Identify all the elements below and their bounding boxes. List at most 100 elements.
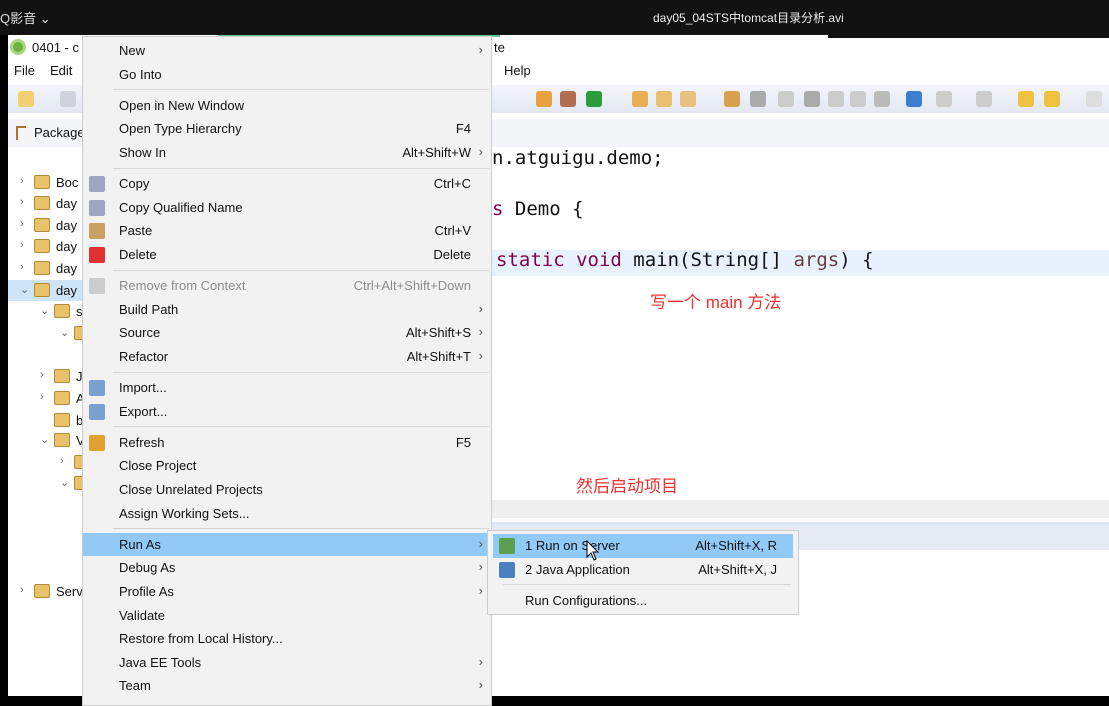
toolbar-icon[interactable] (976, 91, 992, 107)
menu-item-team[interactable]: Team › (83, 674, 491, 698)
tree-item[interactable]: › Boc (8, 172, 82, 193)
tab-package-explorer[interactable]: Package (8, 119, 85, 147)
chevron-icon[interactable]: ⌄ (40, 304, 49, 317)
chevron-icon[interactable]: › (40, 369, 44, 381)
menu-item-run-configurations[interactable]: Run Configurations... (493, 589, 793, 613)
chevron-right-icon: › (478, 535, 483, 551)
toolbar-icon[interactable] (778, 91, 794, 107)
menu-item-validate[interactable]: Validate (83, 604, 491, 628)
menu-item-new[interactable]: New › (83, 39, 491, 63)
menu-item-copy-qualified-name[interactable]: Copy Qualified Name (83, 196, 491, 220)
import-icon (89, 380, 105, 397)
menu-item-source[interactable]: Source Alt+Shift+S › (83, 321, 491, 345)
tree-item[interactable]: › day (8, 236, 82, 257)
folder-icon (54, 433, 70, 447)
toolbar-icon[interactable] (18, 91, 34, 107)
tree-item[interactable]: ⌄ (8, 473, 90, 494)
menu-item-remove-from-context[interactable]: Remove from Context Ctrl+Alt+Shift+Down (83, 274, 491, 298)
chevron-icon[interactable]: › (20, 239, 24, 251)
menu-help[interactable]: Help (504, 63, 531, 78)
menu-item-1-run-on-server[interactable]: 1 Run on Server Alt+Shift+X, R (493, 534, 793, 558)
menu-item-delete[interactable]: Delete Delete (83, 243, 491, 267)
context-menu: New › Go Into Open in New Window Open Type H… (82, 36, 492, 706)
menu-item-refresh[interactable]: Refresh F5 (83, 431, 491, 455)
toolbar-icon[interactable] (60, 91, 76, 107)
menu-item-label: Java EE Tools (119, 654, 202, 670)
toolbar-icon[interactable] (1086, 91, 1102, 107)
tree-item[interactable]: ⌄ s (8, 301, 83, 322)
tree-item[interactable]: › (8, 452, 90, 473)
toolbar-icon[interactable] (536, 91, 552, 107)
chevron-icon[interactable]: › (20, 218, 24, 230)
menu-item-go-into[interactable]: Go Into (83, 63, 491, 87)
toolbar-icon[interactable] (828, 91, 844, 107)
chevron-icon[interactable]: › (20, 584, 24, 596)
chevron-icon[interactable]: › (60, 455, 64, 467)
menu-item-assign-working-sets[interactable]: Assign Working Sets... (83, 502, 491, 526)
chevron-icon[interactable]: ⌄ (20, 283, 29, 296)
menu-item-import[interactable]: Import... (83, 376, 491, 400)
web-project-icon (34, 283, 50, 297)
menu-item-restore-from-local-history[interactable]: Restore from Local History... (83, 627, 491, 651)
tree-item[interactable]: › Serv (8, 581, 83, 602)
tree-item[interactable]: › day (8, 215, 82, 236)
code-line[interactable]: static void main(String[] args) { (496, 249, 874, 271)
menu-edit[interactable]: Edit (50, 63, 72, 78)
menu-item-copy[interactable]: Copy Ctrl+C (83, 172, 491, 196)
menu-item-refactor[interactable]: Refactor Alt+Shift+T › (83, 345, 491, 369)
menu-item-close-project[interactable]: Close Project (83, 454, 491, 478)
tree-item[interactable] (8, 559, 110, 580)
menu-item-export[interactable]: Export... (83, 400, 491, 424)
toolbar-icon[interactable] (1018, 91, 1034, 107)
tree-item[interactable]: ⌄ (8, 323, 90, 344)
menu-separator (83, 267, 491, 275)
code-line[interactable]: s Demo { (492, 198, 584, 220)
tree-item[interactable]: › day (8, 193, 82, 214)
menu-item-profile-as[interactable]: Profile As › (83, 580, 491, 604)
toolbar-icon[interactable] (750, 91, 766, 107)
tree-item[interactable]: › A (8, 388, 85, 409)
toolbar-icon[interactable] (724, 91, 740, 107)
toolbar-icon[interactable] (680, 91, 696, 107)
toolbar-icon[interactable] (656, 91, 672, 107)
menu-file[interactable]: File (14, 63, 35, 78)
chevron-icon[interactable]: ⌄ (60, 326, 69, 339)
menu-item-label: Restore from Local History... (119, 631, 283, 647)
tree-item[interactable]: › J (8, 366, 83, 387)
chevron-icon[interactable]: › (40, 391, 44, 403)
menu-item-debug-as[interactable]: Debug As › (83, 556, 491, 580)
player-app-menu[interactable]: Q影音 ⌄ (0, 8, 51, 27)
menu-item-paste[interactable]: Paste Ctrl+V (83, 219, 491, 243)
chevron-right-icon: › (478, 324, 483, 340)
code-line[interactable]: n.atguigu.demo; (492, 147, 664, 169)
chevron-icon[interactable]: ⌄ (40, 433, 49, 446)
toolbar-icon[interactable] (804, 91, 820, 107)
toolbar-icon[interactable] (936, 91, 952, 107)
tree-item[interactable]: b (8, 410, 83, 431)
menu-item-open-type-hierarchy[interactable]: Open Type Hierarchy F4 (83, 117, 491, 141)
toolbar-icon[interactable] (1044, 91, 1060, 107)
menu-item-2-java-application[interactable]: 2 Java Application Alt+Shift+X, J (493, 558, 793, 582)
menu-item-close-unrelated-projects[interactable]: Close Unrelated Projects (83, 478, 491, 502)
toolbar-icon[interactable] (586, 91, 602, 107)
chevron-icon[interactable]: › (20, 196, 24, 208)
menu-item-build-path[interactable]: Build Path › (83, 298, 491, 322)
menu-item-open-in-new-window[interactable]: Open in New Window (83, 94, 491, 118)
toolbar-icon[interactable] (874, 91, 890, 107)
toolbar-icon[interactable] (632, 91, 648, 107)
tree-item[interactable] (8, 537, 110, 558)
toolbar-icon[interactable] (906, 91, 922, 107)
toolbar-icon[interactable] (560, 91, 576, 107)
chevron-icon[interactable]: ⌄ (60, 476, 69, 489)
menu-item-run-as[interactable]: Run As › (83, 532, 491, 557)
tree-item[interactable]: ⌄ day (8, 280, 82, 301)
chevron-icon[interactable]: › (20, 261, 24, 273)
menu-item-show-in[interactable]: Show In Alt+Shift+W › (83, 141, 491, 165)
tree-item[interactable]: ⌄ V (8, 430, 85, 451)
menu-separator (83, 423, 491, 431)
chevron-icon[interactable]: › (20, 175, 24, 187)
menu-item-java-ee-tools[interactable]: Java EE Tools › (83, 651, 491, 675)
toolbar-icon[interactable] (850, 91, 866, 107)
tree-item[interactable]: › day (8, 258, 82, 279)
paste-icon (89, 223, 105, 240)
